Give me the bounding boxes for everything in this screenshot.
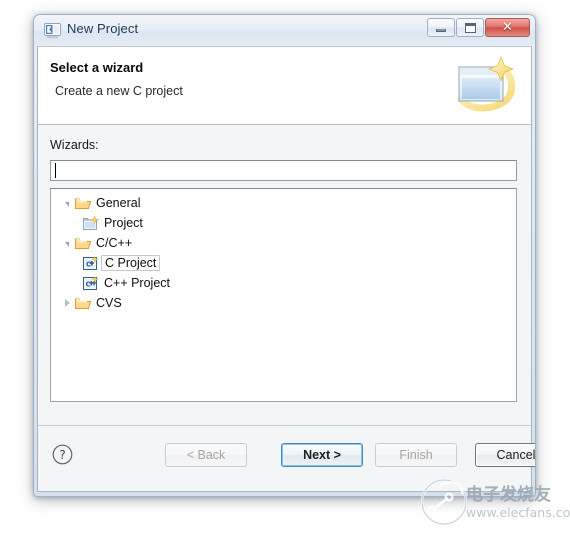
new-wizard-banner-icon (455, 53, 521, 117)
maximize-button[interactable] (456, 18, 484, 37)
cancel-button[interactable]: Cancel (475, 443, 535, 467)
folder-icon (75, 236, 94, 250)
tree-item-cvs[interactable]: CVS (51, 293, 516, 313)
window-controls: ✕ (427, 18, 530, 37)
tree-item-project[interactable]: Project (51, 213, 516, 233)
tree-item-c-cpp[interactable]: C/C++ (51, 233, 516, 253)
new-project-dialog: New Project ✕ Select a wizard Create a n… (33, 14, 536, 497)
folder-icon (75, 196, 94, 210)
title-bar[interactable]: New Project ✕ (34, 15, 535, 46)
dialog-button-bar: ? < Back Next > Finish Cancel (38, 425, 535, 491)
svg-text:?: ? (59, 448, 65, 462)
finish-button[interactable]: Finish (375, 443, 457, 467)
cpp-project-icon: C (83, 275, 102, 291)
wizard-header: Select a wizard Create a new C project (38, 47, 531, 125)
page-subtitle: Create a new C project (55, 84, 183, 98)
tree-item-label: C Project (101, 255, 161, 271)
maximize-icon (464, 22, 476, 33)
tree-item-label: Project (104, 216, 143, 230)
tree-item-label: C/C++ (96, 236, 133, 250)
svg-text:C: C (86, 280, 91, 288)
tree-item-c-project[interactable]: C C Project (51, 253, 516, 273)
wizard-body: Wizards: General Project C/C++ C C Proje… (38, 125, 531, 425)
folder-icon (75, 296, 94, 310)
help-icon[interactable]: ? (52, 444, 73, 465)
tree-item-label: General (96, 196, 141, 210)
svg-text:C: C (86, 260, 91, 268)
window-title: New Project (67, 21, 139, 36)
close-icon: ✕ (502, 20, 513, 35)
wizard-filter-input[interactable] (50, 160, 517, 181)
c-project-icon: C (83, 255, 102, 271)
back-button[interactable]: < Back (165, 443, 247, 467)
next-button[interactable]: Next > (281, 443, 363, 467)
wizards-label: Wizards: (50, 138, 99, 152)
minimize-button[interactable] (427, 18, 455, 37)
chevron-down-icon[interactable] (59, 199, 75, 207)
wizard-tree[interactable]: General Project C/C++ C C Project C C++ … (50, 188, 517, 402)
chevron-down-icon[interactable] (59, 239, 75, 247)
svg-text:www.elecfans.com: www.elecfans.com (466, 505, 570, 520)
tree-item-label: C++ Project (104, 276, 171, 290)
tree-item-label: CVS (96, 296, 122, 310)
new-project-icon (83, 215, 102, 231)
eclipse-icon (44, 23, 61, 39)
tree-item-cpp-project[interactable]: C C++ Project (51, 273, 516, 293)
dialog-client-area: Select a wizard Create a new C project W… (37, 46, 535, 492)
page-title: Select a wizard (50, 60, 144, 75)
minimize-icon (436, 28, 446, 32)
text-caret (55, 163, 56, 178)
chevron-right-icon[interactable] (59, 298, 75, 307)
tree-item-general[interactable]: General (51, 193, 516, 213)
close-button[interactable]: ✕ (485, 18, 530, 37)
